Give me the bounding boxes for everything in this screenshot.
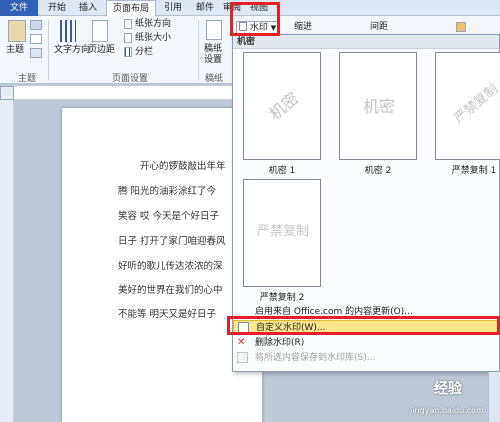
thumb-watermark-text: 机密 <box>362 97 395 116</box>
manuscript-group-label: 稿纸 <box>204 74 223 84</box>
orientation-icon <box>124 19 132 29</box>
separator <box>198 20 199 80</box>
theme-button[interactable]: 主题 <box>6 44 24 56</box>
horizontal-ruler[interactable] <box>14 86 234 100</box>
text-direction-button[interactable]: 文字方向 <box>54 44 90 56</box>
theme-fonts-icon[interactable] <box>30 34 42 44</box>
gallery-category-header: 机密 <box>233 35 499 49</box>
columns-button[interactable]: 分栏 <box>135 46 153 58</box>
highlight-box-watermark-button <box>230 2 280 36</box>
tab-insert[interactable]: 插入 <box>74 0 102 16</box>
size-button[interactable]: 纸张大小 <box>135 32 171 44</box>
thumb-caption: 机密 2 <box>364 166 392 176</box>
thumb-watermark-text: 严禁复制 <box>451 81 500 127</box>
tab-home[interactable]: 开始 <box>44 0 70 16</box>
doc-line: 开心的锣鼓敲出年年 <box>140 161 226 172</box>
doc-line: 日子 打开了家门咱迎春风 <box>118 236 226 247</box>
text-direction-icon <box>60 20 76 42</box>
ruler-corner[interactable] <box>0 86 14 100</box>
tab-mailings[interactable]: 邮件 <box>192 0 218 16</box>
watermark-thumb-confidential-1[interactable]: 机密 <box>243 52 321 160</box>
size-icon <box>124 33 132 43</box>
remove-watermark-item[interactable]: ✕ 删除水印(R) <box>233 336 499 350</box>
theme-icon <box>8 20 26 42</box>
vertical-ruler[interactable] <box>0 100 14 422</box>
doc-line: 腾 阳光的油彩涂红了今 <box>118 186 217 197</box>
watermark-thumb-no-copy-1[interactable]: 严禁复制 <box>435 52 500 160</box>
thumb-watermark-text: 严禁复制 <box>256 224 309 239</box>
separator <box>48 20 49 80</box>
doc-line: 美好的世界在我们的心中 <box>118 285 223 296</box>
spacing-label: 间距 <box>370 22 389 32</box>
thumb-caption: 严禁复制 1 <box>451 166 497 176</box>
theme-colors-icon[interactable] <box>30 20 42 30</box>
save-to-gallery-item[interactable]: 将所选内容保存到水印库(S)... <box>233 351 499 365</box>
tab-file[interactable]: 文件 <box>0 0 38 16</box>
watermark-thumb-confidential-2[interactable]: 机密 <box>339 52 417 160</box>
arrange-icon[interactable] <box>456 22 466 32</box>
thumb-caption: 机密 1 <box>268 166 296 176</box>
tab-page-layout[interactable]: 页面布局 <box>106 0 156 17</box>
margins-icon <box>92 20 108 42</box>
doc-line: 不能等 明天又是好日子 <box>118 309 217 320</box>
thumb-watermark-text: 机密 <box>265 88 303 124</box>
doc-line: 好听的歌儿传达浓浓的深 <box>118 261 223 272</box>
indent-label: 缩进 <box>294 22 313 32</box>
columns-icon <box>124 47 132 57</box>
margins-button[interactable]: 页边距 <box>88 44 115 56</box>
remove-icon: ✕ <box>237 337 246 348</box>
page-setup-group-label: 页面设置 <box>111 74 148 84</box>
thumb-caption: 严禁复制 2 <box>259 293 305 303</box>
site-watermark-logo: 经验 jingyan.baidu.com <box>410 381 484 415</box>
theme-effects-icon[interactable] <box>30 48 42 58</box>
save-icon <box>237 352 248 363</box>
orientation-button[interactable]: 纸张方向 <box>135 18 171 30</box>
manuscript-button[interactable]: 稿纸 设置 <box>204 44 222 66</box>
theme-group-label: 主题 <box>17 74 36 84</box>
doc-line: 笑容 哎 今天是个好日子 <box>118 211 220 222</box>
tab-references[interactable]: 引用 <box>160 0 186 16</box>
highlight-box-custom-watermark <box>227 316 500 335</box>
watermark-thumb-no-copy-2[interactable]: 严禁复制 <box>243 179 321 287</box>
manuscript-icon <box>206 20 222 40</box>
